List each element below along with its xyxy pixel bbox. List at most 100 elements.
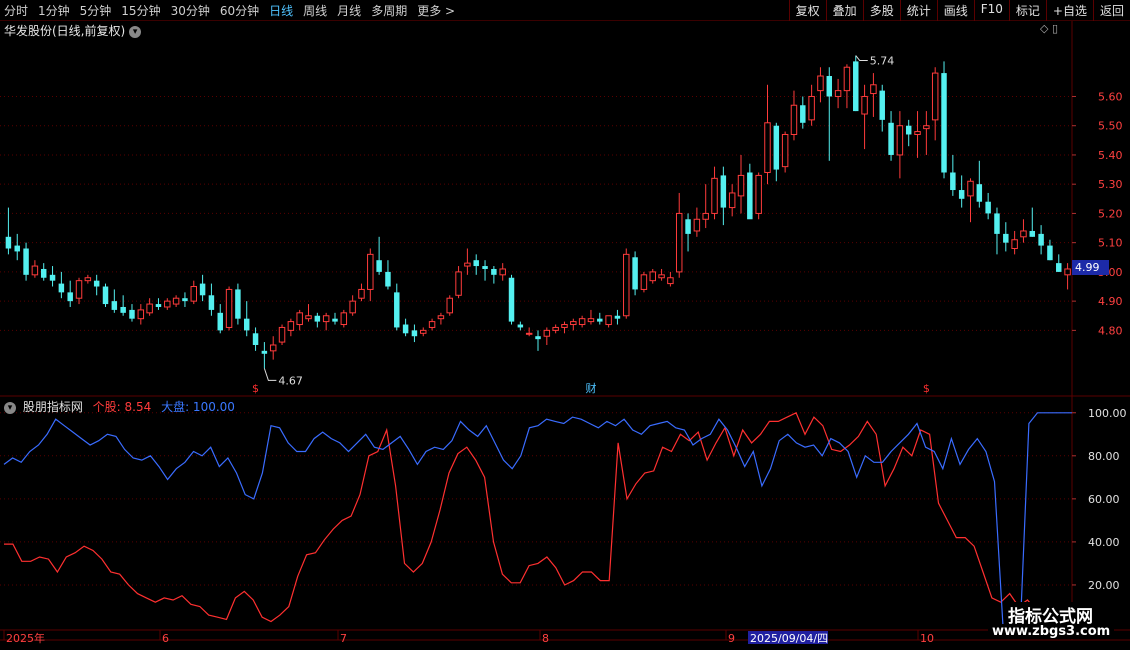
toolbar-button-5[interactable]: F10	[973, 0, 1009, 21]
candle-body	[525, 332, 533, 335]
candle-body	[385, 271, 391, 287]
candle-body	[994, 213, 1000, 234]
candle-body	[888, 122, 894, 155]
price-axis-label: 4.80	[1098, 324, 1123, 337]
period-tab-9[interactable]: 多周期	[371, 2, 407, 19]
candle-body	[773, 125, 780, 170]
candle-body	[340, 312, 348, 326]
indicator-name[interactable]: 股朋指标网	[23, 400, 83, 414]
candle-body	[278, 326, 286, 343]
price-axis-label: 5.30	[1098, 178, 1123, 191]
candle-body	[605, 315, 612, 326]
toolbar-button-2[interactable]: 多股	[862, 0, 900, 21]
toolbar-button-1[interactable]: 叠加	[825, 0, 863, 21]
candle-body	[967, 180, 974, 197]
watermark: 指标公式网 www.zbgs3.com	[974, 600, 1124, 644]
candle-body	[5, 236, 12, 249]
candle-body	[482, 266, 488, 269]
candle-body	[578, 318, 586, 326]
price-axis-label: 5.10	[1098, 237, 1123, 250]
candle-body	[164, 300, 171, 308]
period-tabs: 分时 1分钟 5分钟 15分钟 30分钟 60分钟 日线 周线 月线 多周期 更多 >	[4, 2, 455, 19]
candle-body	[49, 274, 56, 281]
date-axis-label: 8	[542, 632, 549, 645]
indicator-axis-label: 60.00	[1088, 493, 1120, 506]
candle-body	[834, 90, 842, 97]
dividend-marker: $	[923, 382, 930, 395]
candle-body	[137, 309, 145, 320]
toolbar-button-3[interactable]: 统计	[899, 0, 937, 21]
candle-body	[243, 318, 250, 331]
candle-body	[1003, 233, 1009, 243]
candle-body	[464, 262, 471, 267]
period-tab-0[interactable]: 分时	[4, 2, 28, 19]
toolbar-button-6[interactable]: 标记	[1008, 0, 1046, 21]
candle-body	[941, 73, 947, 173]
indicator-axis-label: 100.00	[1088, 407, 1127, 420]
period-tab-4[interactable]: 30分钟	[171, 2, 210, 19]
candle-body	[287, 321, 295, 331]
candle-body	[861, 95, 868, 115]
candle-body	[790, 104, 798, 135]
dropdown-icon[interactable]: ▾	[129, 25, 142, 38]
watermark-url: www.zbgs3.com	[988, 624, 1115, 639]
chart-corner-icons[interactable]: ◇ ▯	[1040, 22, 1058, 35]
candle-body	[508, 277, 515, 322]
candle-body	[235, 289, 241, 319]
period-tab-5[interactable]: 60分钟	[220, 2, 259, 19]
period-tab-6[interactable]: 日线	[269, 2, 293, 19]
dividend-marker: $	[252, 382, 259, 395]
candle-body	[632, 257, 638, 290]
period-tab-2[interactable]: 5分钟	[80, 2, 112, 19]
candle-body	[322, 315, 330, 323]
toolbar-button-7[interactable]: +自选	[1045, 0, 1093, 21]
candle-body	[950, 172, 956, 191]
candle-body	[14, 245, 20, 252]
date-axis-label: 2025年	[6, 631, 45, 645]
candle-body	[693, 218, 701, 232]
candle-body	[437, 315, 445, 320]
candle-body	[269, 344, 277, 352]
chart-canvas[interactable]: 5.605.505.405.305.205.105.004.904.805.74…	[0, 0, 1130, 650]
indicator-title: ▾ 股朋指标网 个股: 8.54 大盘: 100.00	[4, 398, 235, 415]
candle-body	[597, 318, 603, 322]
candle-body	[896, 125, 904, 156]
candle-body	[217, 312, 223, 331]
period-tab-7[interactable]: 周线	[303, 2, 327, 19]
candle-body	[376, 260, 382, 272]
candle-body	[102, 286, 109, 305]
candle-body	[1056, 263, 1062, 272]
price-axis-label: 5.40	[1098, 149, 1123, 162]
candle-body	[305, 315, 312, 320]
candle-body	[225, 288, 233, 328]
toolbar-button-8[interactable]: 返回	[1092, 0, 1130, 21]
candle-body	[1029, 230, 1036, 237]
candle-body	[75, 280, 83, 299]
period-tab-3[interactable]: 15分钟	[121, 2, 160, 19]
candle-body	[781, 133, 789, 168]
candle-body	[587, 318, 595, 323]
indicator-dropdown-icon[interactable]: ▾	[4, 401, 16, 414]
candle-body	[129, 309, 135, 319]
toolbar-button-4[interactable]: 画线	[936, 0, 974, 21]
candle-body	[826, 76, 833, 97]
candle-body	[905, 125, 912, 135]
candle-body	[843, 66, 851, 92]
period-tab-10[interactable]: 更多 >	[417, 2, 455, 19]
candle-body	[817, 75, 824, 92]
period-tab-1[interactable]: 1分钟	[38, 2, 70, 19]
toolbar-button-0[interactable]: 复权	[788, 0, 826, 21]
stock-indicator-line	[4, 411, 1073, 627]
candle-body	[552, 326, 559, 331]
candle-body	[931, 72, 939, 121]
candle-body	[658, 274, 665, 279]
price-axis-label: 5.50	[1098, 120, 1123, 133]
candle-body	[517, 324, 524, 328]
candle-body	[728, 192, 736, 209]
candle-body	[923, 125, 930, 130]
toolbar-buttons: 复权 叠加 多股 统计 画线 F10 标记 +自选 返回	[788, 0, 1130, 21]
candle-body	[614, 315, 621, 319]
current-price-tag: 4.99	[1072, 260, 1109, 275]
candle-body	[411, 330, 418, 337]
period-tab-8[interactable]: 月线	[337, 2, 361, 19]
